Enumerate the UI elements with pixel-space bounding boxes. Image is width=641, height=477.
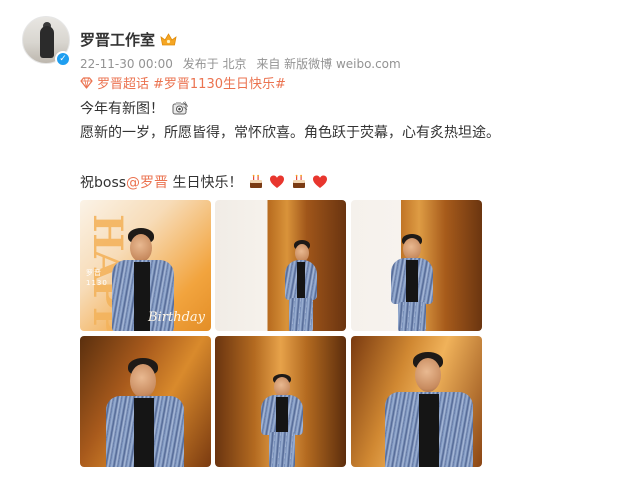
post-time[interactable]: 22-11-30 00:00 [80,57,173,71]
verified-check-icon: ✓ [55,51,71,67]
super-topic-gem-icon [80,76,93,89]
post-source: 来自 新版微博 weibo.com [256,57,401,71]
post-text-line-2: 愿新的一岁，所愿皆得，常怀欣喜。角色跃于荧幕，心有炙热坦途。 [80,125,500,141]
photo-caption-number: 罗晋 1130 [86,269,108,287]
cake-emoji-icon [249,174,262,188]
mention-link[interactable]: @罗晋 [126,175,168,191]
camera-emoji-icon [172,101,189,115]
hashtag-link[interactable]: #罗晋1130生日快乐# [153,73,286,92]
photo-birthday-text: Birthday [148,310,205,325]
avatar-figure-body [40,26,54,58]
crown-badge-icon[interactable] [160,32,177,47]
line-1-text: 今年有新图！ [80,101,164,117]
line-3-suffix: 生日快乐！ [168,175,243,191]
red-heart-emoji-icon [313,175,328,188]
post-text-line-3: 祝boss@罗晋 生日快乐！ [80,172,328,192]
post-photo-2[interactable] [215,200,346,331]
post-meta: 22-11-30 00:00 发布于 北京 来自 新版微博 weibo.com [80,55,407,72]
super-topic-link[interactable]: 罗晋超话 [97,73,149,92]
post-photo-1[interactable]: HAPPY 罗晋 1130 Birthday [80,200,211,331]
post-photo-3[interactable] [351,200,482,331]
post-text-line-1: 今年有新图！ [80,98,191,118]
weibo-post-card: ✓ 罗晋工作室 22-11-30 00:00 发布于 北京 来自 新版微博 we… [0,0,641,477]
post-photo-6[interactable] [351,336,482,467]
red-heart-emoji-icon [270,175,285,188]
post-topics: 罗晋超话 #罗晋1130生日快乐# [80,73,286,92]
post-photo-4[interactable] [80,336,211,467]
post-photo-5[interactable] [215,336,346,467]
line-3-prefix: 祝boss [80,175,127,191]
cake-emoji-icon [292,174,305,188]
post-location: 发布于 北京 [182,57,247,71]
author-name[interactable]: 罗晋工作室 [80,29,155,50]
author-row: 罗晋工作室 [80,29,177,50]
